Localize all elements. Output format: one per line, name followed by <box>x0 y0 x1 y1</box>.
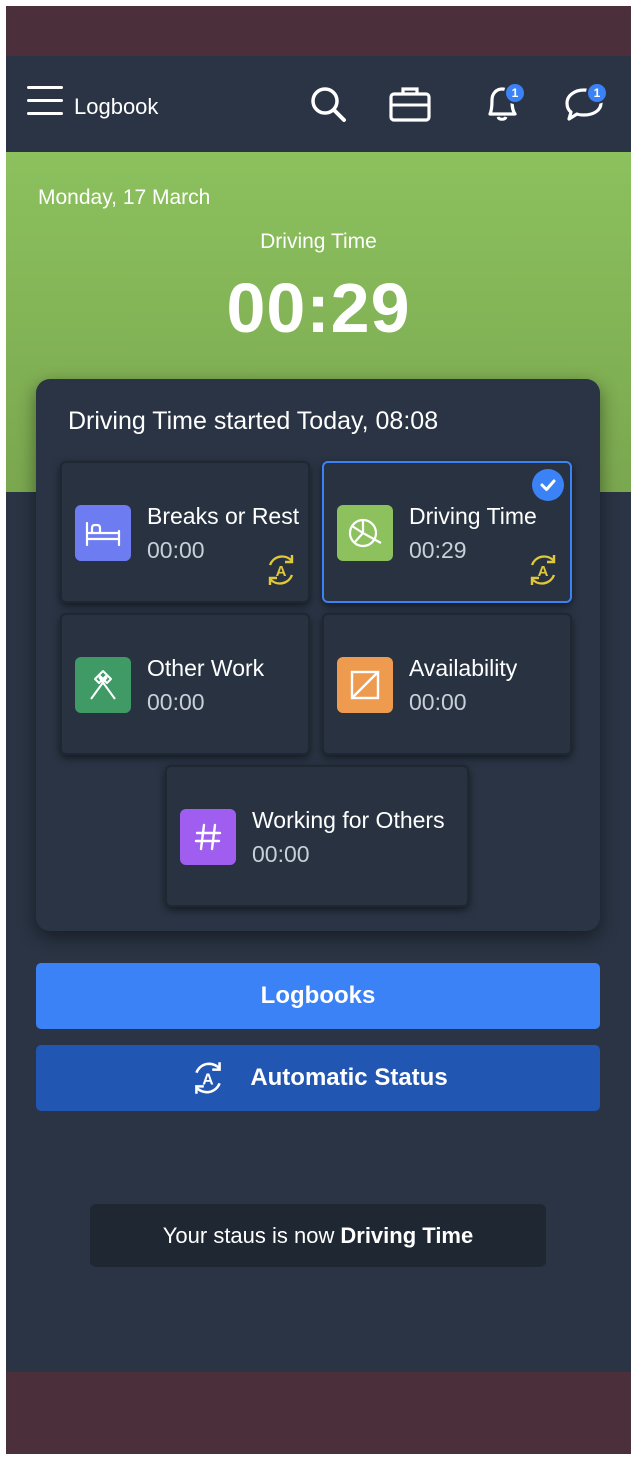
notifications-badge: 1 <box>504 82 526 104</box>
selected-check-icon <box>532 469 564 501</box>
app-frame: Logbook 1 1 Monday, 17 March Driving Tim… <box>6 6 631 1454</box>
tile-label: Working for Others <box>252 807 445 833</box>
steering-wheel-icon <box>337 505 393 561</box>
search-icon[interactable] <box>306 84 350 124</box>
automatic-status-button[interactable]: A Automatic Status <box>36 1045 600 1111</box>
status-tile-breaks-or-rest[interactable]: Breaks or Rest 00:00 A <box>60 461 310 603</box>
status-strip <box>6 6 631 56</box>
tile-duration: 00:29 <box>409 537 467 563</box>
tile-label: Breaks or Rest <box>147 503 300 529</box>
messages-badge: 1 <box>586 82 608 104</box>
tile-label: Other Work <box>147 655 265 681</box>
svg-text:A: A <box>203 1071 214 1088</box>
status-tile-availability[interactable]: Availability 00:00 <box>322 613 572 755</box>
app-header: Logbook 1 1 <box>6 56 631 152</box>
notifications-icon[interactable]: 1 <box>480 82 526 124</box>
current-status-label: Driving Time <box>260 230 377 253</box>
hash-icon <box>180 809 236 865</box>
automatic-status-label: Automatic Status <box>250 1064 448 1091</box>
hammers-icon <box>75 657 131 713</box>
tile-label: Availability <box>409 655 518 681</box>
current-status-timer: 00:29 <box>226 269 411 347</box>
status-toast: Your staus is now Driving Time <box>90 1204 546 1267</box>
current-date: Monday, 17 March <box>38 186 211 209</box>
status-tile-other-work[interactable]: Other Work 00:00 <box>60 613 310 755</box>
tile-duration: 00:00 <box>147 537 205 563</box>
menu-icon[interactable] <box>27 86 63 118</box>
tile-label: Driving Time <box>409 503 537 529</box>
status-tile-working-for-others[interactable]: Working for Others 00:00 <box>165 765 469 907</box>
svg-text:A: A <box>538 563 549 580</box>
automatic-status-icon: A <box>195 1062 222 1094</box>
tile-duration: 00:00 <box>409 689 467 715</box>
automatic-status-icon: A <box>530 555 556 585</box>
page-title: Logbook <box>74 94 159 119</box>
status-card-title: Driving Time started Today, 08:08 <box>68 407 439 435</box>
tile-duration: 00:00 <box>252 841 310 867</box>
availability-icon <box>337 657 393 713</box>
toast-prefix: Your staus is now <box>162 1222 335 1248</box>
bed-icon <box>75 505 131 561</box>
toast-status: Driving Time <box>340 1222 474 1248</box>
tile-duration: 00:00 <box>147 689 205 715</box>
status-tile-driving-time[interactable]: Driving Time 00:29 A <box>322 461 572 603</box>
messages-icon[interactable]: 1 <box>562 82 608 124</box>
status-card: Driving Time started Today, 08:08 Breaks… <box>36 379 600 931</box>
briefcase-icon[interactable] <box>388 84 432 124</box>
logbooks-button[interactable]: Logbooks <box>36 963 600 1029</box>
bottom-strip <box>6 1372 631 1454</box>
svg-text:A: A <box>276 563 287 580</box>
automatic-status-icon: A <box>268 555 294 585</box>
